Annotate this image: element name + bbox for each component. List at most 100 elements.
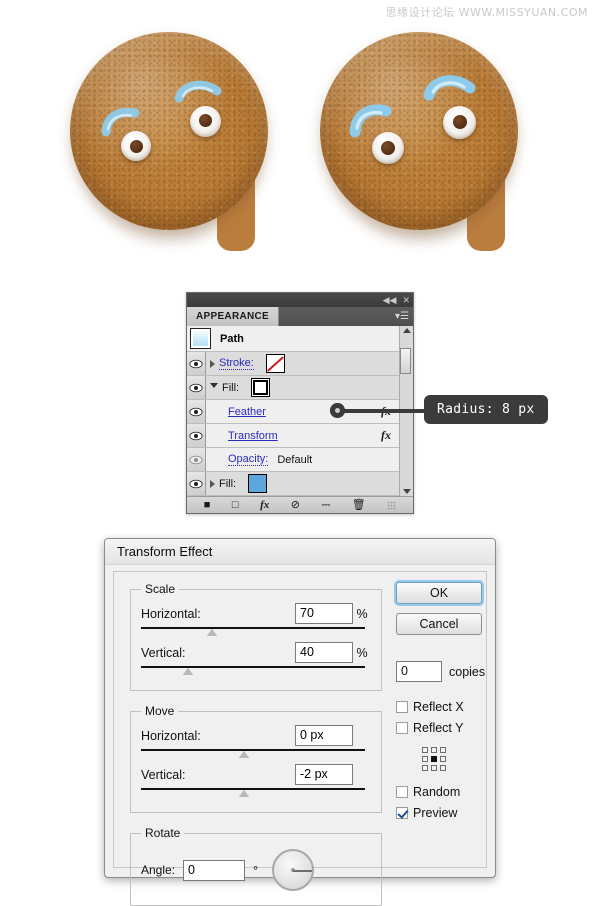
left-eye	[121, 131, 151, 161]
close-icon[interactable]: ✕	[402, 295, 410, 305]
slider-track	[141, 749, 365, 751]
appearance-cell-opacity[interactable]: Opacity: Default	[206, 453, 399, 466]
right-eyebrow-icing	[423, 74, 476, 106]
anchor-bottom-right[interactable]	[440, 765, 446, 771]
scale-horizontal-slider[interactable]	[141, 627, 371, 638]
appearance-row-label[interactable]: Fill:	[219, 478, 236, 490]
chevron-right-icon[interactable]	[210, 359, 215, 368]
dialog-title: Transform Effect	[105, 539, 495, 565]
cancel-button[interactable]: Cancel	[396, 613, 482, 635]
stroke-swatch-none[interactable]	[265, 354, 285, 373]
move-group: Move Horizontal: 0 px Vertical: -2 px	[130, 704, 382, 813]
random-checkbox[interactable]	[396, 786, 408, 798]
duplicate-item-icon[interactable]: ⎓	[321, 499, 330, 511]
anchor-top-left[interactable]	[422, 747, 428, 753]
appearance-cell-fill-white[interactable]: Fill:	[206, 378, 399, 397]
visibility-toggle-fill-white[interactable]	[187, 376, 206, 399]
scale-vertical-input[interactable]: 40	[295, 642, 353, 663]
dial-handle[interactable]	[293, 870, 313, 872]
preview-row[interactable]: Preview	[396, 806, 486, 820]
scale-vertical-slider[interactable]	[141, 666, 371, 677]
eye-icon-dim	[189, 455, 203, 464]
appearance-row-label[interactable]: Opacity:	[228, 453, 269, 466]
clear-appearance-icon[interactable]: ⊘	[291, 499, 300, 511]
appearance-row-label[interactable]: Stroke:	[219, 357, 254, 370]
slider-knob[interactable]	[183, 668, 193, 675]
fill-swatch-white[interactable]	[251, 378, 271, 397]
anchor-bottom-center[interactable]	[431, 765, 437, 771]
appearance-cell-stroke[interactable]: Stroke:	[206, 354, 399, 373]
preview-checkbox[interactable]	[396, 807, 408, 819]
appearance-cell-fill-blue[interactable]: Fill:	[206, 474, 399, 493]
scroll-up-arrow-icon[interactable]	[402, 328, 411, 333]
slider-knob[interactable]	[239, 790, 249, 797]
anchor-top-right[interactable]	[440, 747, 446, 753]
move-horizontal-slider[interactable]	[141, 749, 371, 760]
appearance-cell-transform[interactable]: Transform fx	[206, 428, 399, 443]
reflect-x-checkbox[interactable]	[396, 701, 408, 713]
scale-horizontal-input[interactable]: 70	[295, 603, 353, 624]
anchor-middle-right[interactable]	[440, 756, 446, 762]
add-new-effect-icon[interactable]: fx	[260, 499, 269, 511]
scale-group: Scale Horizontal: 70 % Vertical: 40 %	[130, 582, 382, 691]
move-vertical-slider[interactable]	[141, 788, 371, 799]
rotate-angle-dial[interactable]	[272, 849, 315, 891]
callout-anchor-dot	[330, 403, 345, 418]
appearance-target-row[interactable]: Path	[187, 326, 399, 352]
appearance-row-label[interactable]: Transform	[228, 430, 278, 442]
scale-vertical-unit: %	[356, 645, 368, 660]
appearance-panel[interactable]: ◀◀ ✕ APPEARANCE ▾☰ Path Stroke: Fill: Fe…	[186, 292, 414, 514]
reflect-y-checkbox[interactable]	[396, 722, 408, 734]
right-pupil	[453, 115, 467, 129]
transform-effect-dialog[interactable]: Transform Effect Scale Horizontal: 70 % …	[104, 538, 496, 906]
cookie-face	[62, 18, 277, 253]
copies-input[interactable]: 0	[396, 661, 442, 682]
scrollbar-thumb[interactable]	[400, 348, 411, 374]
anchor-middle-left[interactable]	[422, 756, 428, 762]
visibility-toggle-transform[interactable]	[187, 424, 206, 447]
appearance-row-fill-white[interactable]: Fill:	[187, 376, 399, 400]
appearance-row-transform[interactable]: Transform fx	[187, 424, 399, 448]
panel-menu-icon[interactable]: ▾☰	[391, 307, 413, 326]
slider-knob[interactable]	[239, 751, 249, 758]
callout-leader-line	[336, 409, 428, 413]
effect-fx-icon[interactable]: fx	[381, 428, 391, 443]
tab-appearance[interactable]: APPEARANCE	[187, 307, 280, 326]
ok-button[interactable]: OK	[396, 582, 482, 604]
visibility-toggle-stroke[interactable]	[187, 352, 206, 375]
anchor-top-center[interactable]	[431, 747, 437, 753]
reflect-x-row[interactable]: Reflect X	[396, 700, 486, 714]
appearance-row-stroke[interactable]: Stroke:	[187, 352, 399, 376]
resize-grip-icon[interactable]	[387, 500, 397, 510]
move-vertical-row: Vertical: -2 px	[141, 763, 371, 786]
dialog-left-column: Scale Horizontal: 70 % Vertical: 40 % Mo…	[114, 572, 382, 906]
reference-point-selector[interactable]	[422, 747, 448, 773]
collapse-double-arrow-icon[interactable]: ◀◀	[383, 295, 397, 305]
appearance-row-label[interactable]: Feather	[228, 406, 266, 418]
add-new-stroke-icon[interactable]: ■	[204, 499, 211, 511]
appearance-footer-toolbar[interactable]: ■ □ fx ⊘ ⎓ 🗑	[187, 496, 413, 513]
slider-knob[interactable]	[207, 629, 217, 636]
visibility-toggle-feather[interactable]	[187, 400, 206, 423]
delete-item-icon[interactable]: 🗑	[352, 499, 366, 511]
scroll-down-arrow-icon[interactable]	[402, 489, 411, 494]
slider-track	[141, 666, 365, 668]
fill-swatch-blue[interactable]	[248, 474, 268, 493]
degree-symbol: °	[253, 862, 259, 878]
move-vertical-input[interactable]: -2 px	[295, 764, 353, 785]
visibility-toggle-opacity[interactable]	[187, 448, 206, 471]
chevron-down-icon[interactable]	[210, 383, 218, 392]
chevron-right-icon[interactable]	[210, 479, 215, 488]
visibility-toggle-fill-blue[interactable]	[187, 472, 206, 495]
left-eye-glint	[380, 137, 385, 141]
rotate-angle-input[interactable]: 0	[183, 859, 246, 881]
move-horizontal-input[interactable]: 0 px	[295, 725, 353, 746]
anchor-bottom-left[interactable]	[422, 765, 428, 771]
appearance-row-fill-blue[interactable]: Fill:	[187, 472, 399, 496]
anchor-center[interactable]	[431, 756, 437, 762]
add-new-fill-icon[interactable]: □	[232, 499, 239, 511]
appearance-row-label[interactable]: Fill:	[222, 382, 239, 394]
random-row[interactable]: Random	[396, 785, 486, 799]
appearance-row-opacity[interactable]: Opacity: Default	[187, 448, 399, 472]
reflect-y-row[interactable]: Reflect Y	[396, 721, 486, 735]
